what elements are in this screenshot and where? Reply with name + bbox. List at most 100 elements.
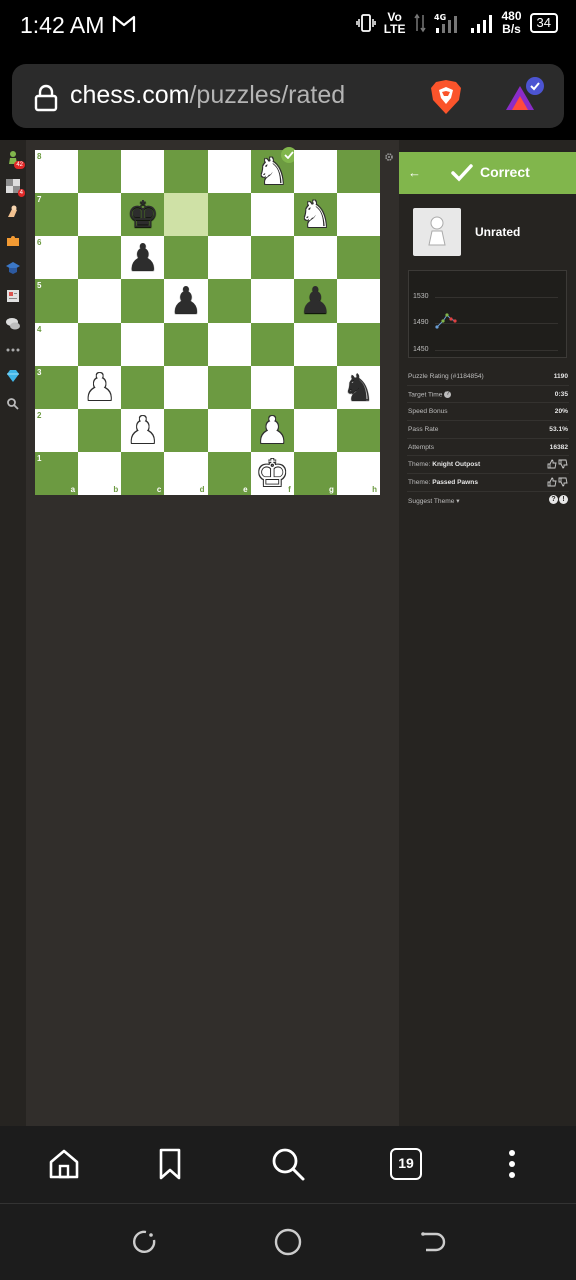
black-piece-g5[interactable]: ♟	[299, 282, 332, 319]
square-d2[interactable]	[164, 408, 208, 452]
brave-shields-icon[interactable]	[428, 78, 464, 116]
square-e6[interactable]	[207, 236, 251, 280]
square-b8[interactable]	[78, 150, 122, 194]
sidebar-item-search[interactable]	[5, 396, 21, 412]
lock-icon[interactable]	[34, 84, 58, 112]
sidebar-item-more[interactable]	[5, 342, 21, 358]
square-c5[interactable]	[121, 279, 165, 323]
back-arrow-icon[interactable]: ←	[408, 165, 421, 180]
menu-dots-icon[interactable]	[494, 1146, 530, 1182]
square-d4[interactable]	[164, 322, 208, 366]
white-piece-b3[interactable]: ♟	[83, 369, 116, 406]
square-h7[interactable]	[336, 193, 380, 237]
sidebar-item-news[interactable]	[5, 288, 21, 304]
square-e2[interactable]	[207, 408, 251, 452]
square-a6[interactable]: 6	[35, 236, 79, 280]
thumbs-up-icon[interactable]	[547, 477, 557, 487]
recent-apps-icon[interactable]	[128, 1226, 160, 1258]
white-piece-f1[interactable]: ♚	[256, 455, 289, 492]
sidebar-item-games[interactable]: 4	[5, 178, 25, 197]
black-piece-h3[interactable]: ♞	[342, 369, 375, 406]
square-f2[interactable]: ♟	[250, 408, 294, 452]
white-piece-f2[interactable]: ♟	[256, 412, 289, 449]
home-icon[interactable]	[46, 1146, 82, 1182]
suggest-theme-row[interactable]: Suggest Theme ▾ ? !	[407, 492, 569, 510]
square-a4[interactable]: 4	[35, 322, 79, 366]
square-e4[interactable]	[207, 322, 251, 366]
square-b5[interactable]	[78, 279, 122, 323]
square-a3[interactable]: 3	[35, 365, 79, 409]
help-icon[interactable]: ?	[444, 390, 452, 398]
sidebar-item-learn[interactable]	[5, 260, 21, 276]
square-b1[interactable]: b	[78, 451, 122, 495]
square-e8[interactable]	[207, 150, 251, 194]
square-g1[interactable]: g	[293, 451, 337, 495]
square-b7[interactable]	[78, 193, 122, 237]
square-h8[interactable]	[336, 150, 380, 194]
sidebar-item-social[interactable]	[5, 316, 21, 332]
sidebar-item-puzzles[interactable]	[5, 204, 21, 220]
board-settings-gear-icon[interactable]	[384, 152, 394, 162]
square-g3[interactable]	[293, 365, 337, 409]
square-b4[interactable]	[78, 322, 122, 366]
square-g4[interactable]	[293, 322, 337, 366]
square-a5[interactable]: 5	[35, 279, 79, 323]
square-d6[interactable]	[164, 236, 208, 280]
square-d5[interactable]: ♟	[164, 279, 208, 323]
square-d7[interactable]	[164, 193, 208, 237]
question-icon[interactable]: ?	[549, 494, 558, 504]
square-e3[interactable]	[207, 365, 251, 409]
square-g6[interactable]	[293, 236, 337, 280]
home-circle-icon[interactable]	[272, 1226, 304, 1258]
square-a1[interactable]: 1a	[35, 451, 79, 495]
square-d3[interactable]	[164, 365, 208, 409]
tabs-button[interactable]: 19	[390, 1148, 422, 1180]
square-b6[interactable]	[78, 236, 122, 280]
white-piece-c2[interactable]: ♟	[126, 412, 159, 449]
square-h2[interactable]	[336, 408, 380, 452]
square-h4[interactable]	[336, 322, 380, 366]
square-g7[interactable]: ♞	[293, 193, 337, 237]
square-f6[interactable]	[250, 236, 294, 280]
square-c8[interactable]	[121, 150, 165, 194]
square-f5[interactable]	[250, 279, 294, 323]
square-e5[interactable]	[207, 279, 251, 323]
square-a7[interactable]: 7	[35, 193, 79, 237]
square-a2[interactable]: 2	[35, 408, 79, 452]
square-c3[interactable]	[121, 365, 165, 409]
sidebar-item-upgrade[interactable]	[5, 368, 21, 384]
square-g5[interactable]: ♟	[293, 279, 337, 323]
square-b3[interactable]: ♟	[78, 365, 122, 409]
square-f8[interactable]: ♞	[250, 147, 297, 194]
white-piece-g7[interactable]: ♞	[299, 196, 332, 233]
black-piece-d5[interactable]: ♟	[169, 282, 202, 319]
square-f3[interactable]	[250, 365, 294, 409]
address-bar[interactable]: chess.com/puzzles/rated	[12, 64, 564, 128]
square-g8[interactable]	[293, 150, 337, 194]
back-icon[interactable]	[416, 1226, 448, 1258]
square-c6[interactable]: ♟	[121, 236, 165, 280]
black-piece-c6[interactable]: ♟	[126, 239, 159, 276]
square-d8[interactable]	[164, 150, 208, 194]
brave-rewards-icon[interactable]	[502, 76, 544, 116]
square-h5[interactable]	[336, 279, 380, 323]
thumbs-down-icon[interactable]	[558, 477, 568, 487]
sidebar-item-lessons[interactable]	[5, 232, 21, 248]
square-c4[interactable]	[121, 322, 165, 366]
bookmark-icon[interactable]	[152, 1146, 188, 1182]
square-e1[interactable]: e	[207, 451, 251, 495]
square-g2[interactable]	[293, 408, 337, 452]
square-e7[interactable]	[207, 193, 251, 237]
square-c7[interactable]: ♚	[121, 193, 165, 237]
square-d1[interactable]: d	[164, 451, 208, 495]
square-f7[interactable]	[250, 193, 294, 237]
thumbs-up-icon[interactable]	[547, 459, 557, 469]
chess-board[interactable]: 8 ♞ 7 ♚ ♞ 6 ♟ 5 ♟ ♟ 4 3 ♟ ♞ 2 ♟ ♟ 1 a b c d e f ♚ g h	[35, 147, 380, 495]
square-f4[interactable]	[250, 322, 294, 366]
thumbs-down-icon[interactable]	[558, 459, 568, 469]
square-h3[interactable]: ♞	[336, 365, 380, 409]
square-a8[interactable]: 8	[35, 150, 79, 194]
report-icon[interactable]: !	[559, 494, 568, 504]
square-h6[interactable]	[336, 236, 380, 280]
black-piece-c7[interactable]: ♚	[126, 196, 159, 233]
